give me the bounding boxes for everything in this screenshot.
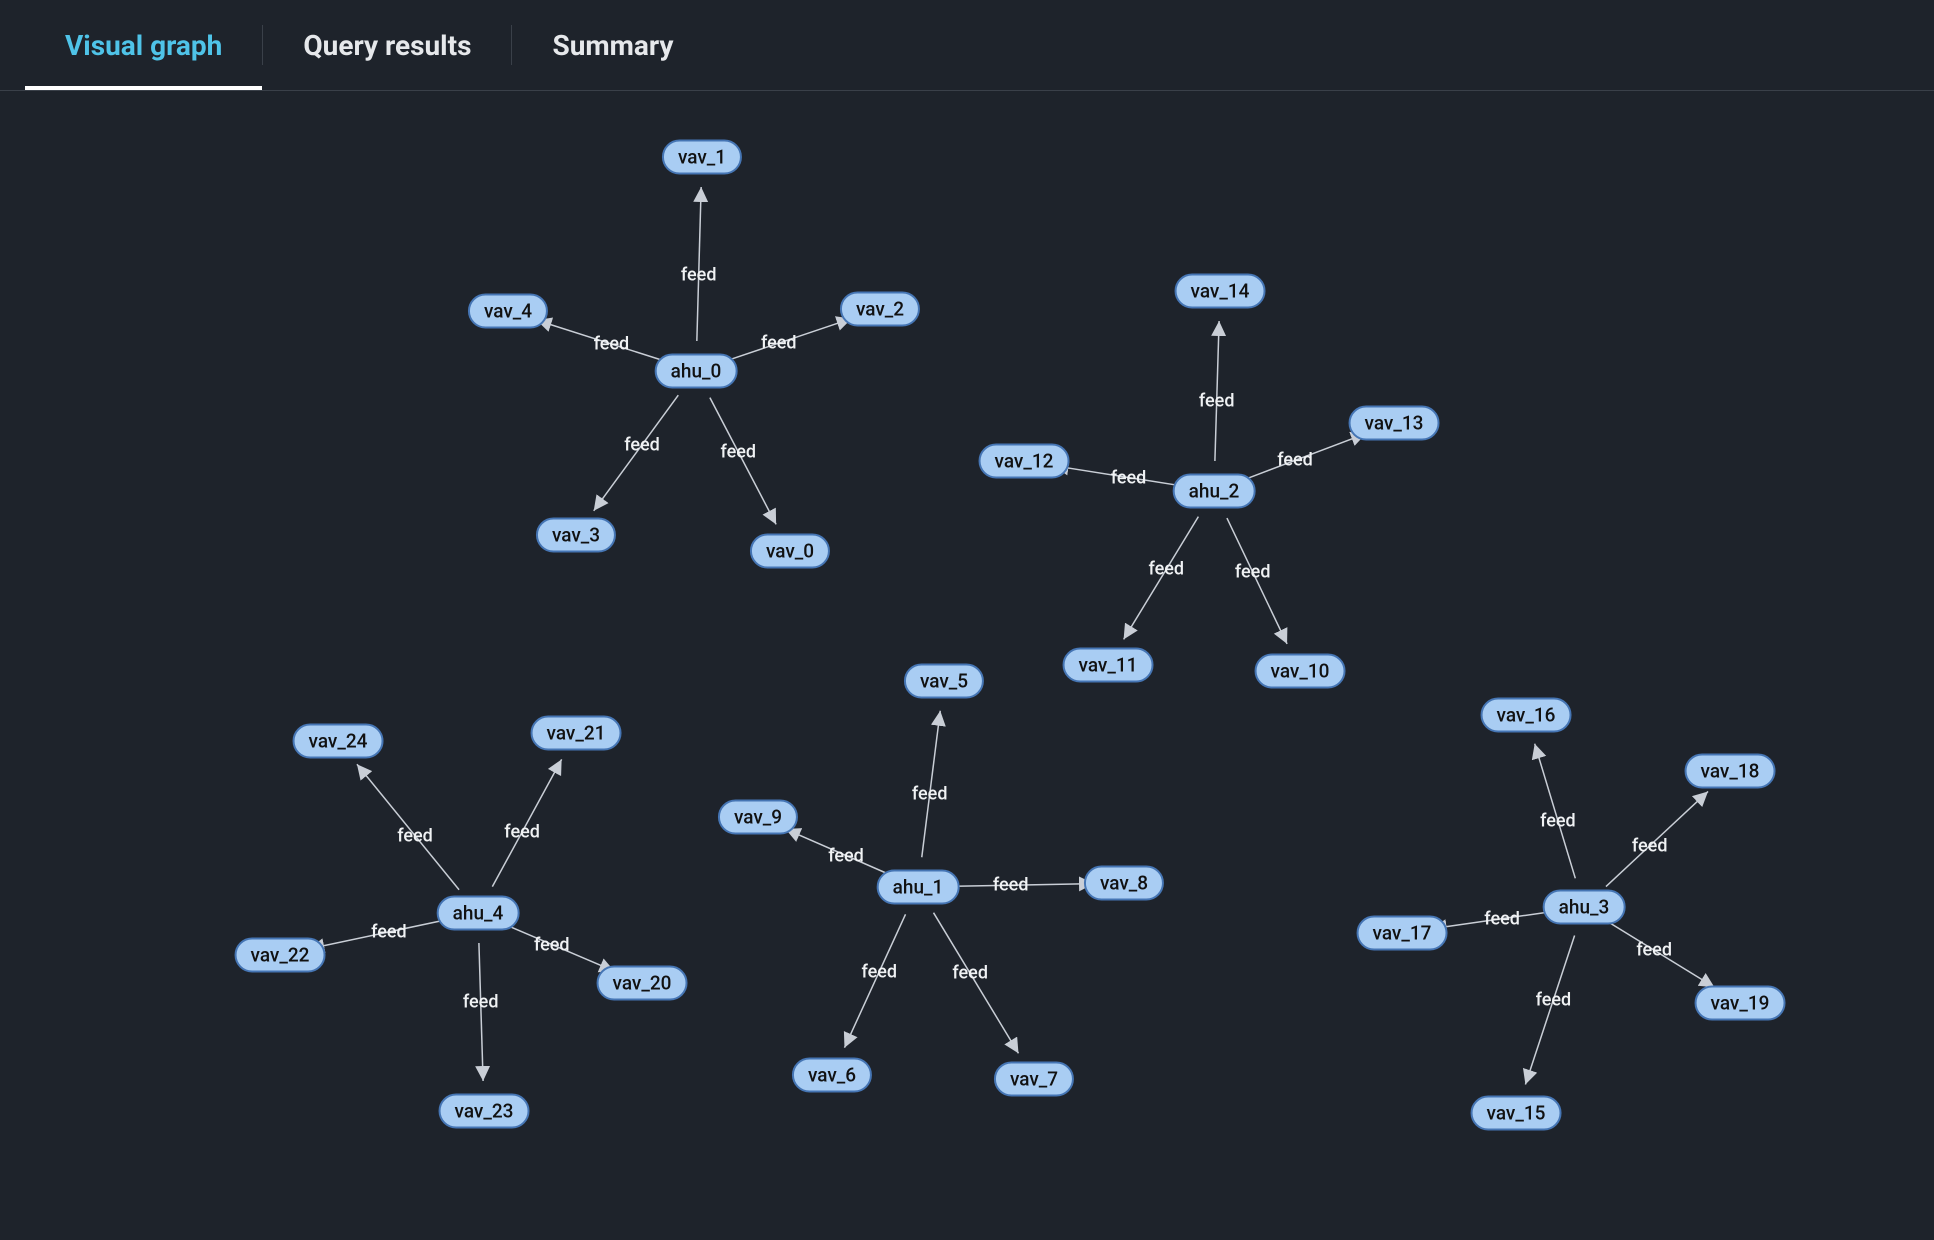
graph-node-vav_11[interactable]: vav_11	[1063, 648, 1154, 683]
graph-node-vav_23[interactable]: vav_23	[439, 1094, 530, 1129]
graph-node-vav_8[interactable]: vav_8	[1084, 866, 1164, 901]
graph-node-vav_24[interactable]: vav_24	[293, 724, 384, 759]
graph-edge[interactable]	[1525, 935, 1574, 1084]
graph-edge[interactable]	[844, 914, 905, 1047]
graph-edge[interactable]	[948, 884, 1094, 887]
graph-node-vav_7[interactable]: vav_7	[994, 1062, 1074, 1097]
graph-edge[interactable]	[594, 395, 679, 511]
graph-edge[interactable]	[1215, 321, 1219, 461]
graph-node-ahu_4[interactable]: ahu_4	[437, 896, 520, 931]
graph-edge[interactable]	[1432, 911, 1555, 929]
graph-node-vav_5[interactable]: vav_5	[904, 664, 984, 699]
graph-node-ahu_2[interactable]: ahu_2	[1173, 474, 1256, 509]
graph-node-ahu_0[interactable]: ahu_0	[655, 354, 738, 389]
graph-node-vav_3[interactable]: vav_3	[536, 518, 616, 553]
graph-node-vav_14[interactable]: vav_14	[1175, 274, 1266, 309]
graph-edge[interactable]	[697, 187, 701, 341]
graph-node-vav_21[interactable]: vav_21	[531, 716, 622, 751]
graph-edge[interactable]	[357, 764, 459, 889]
graph-edge[interactable]	[1124, 517, 1199, 640]
tab-visual-graph[interactable]: Visual graph	[25, 0, 262, 90]
graph-node-vav_0[interactable]: vav_0	[750, 534, 830, 569]
graph-edge[interactable]	[934, 913, 1019, 1054]
graph-node-vav_13[interactable]: vav_13	[1349, 406, 1440, 441]
graph-node-vav_15[interactable]: vav_15	[1471, 1096, 1562, 1131]
tab-summary[interactable]: Summary	[512, 0, 713, 90]
graph-node-vav_22[interactable]: vav_22	[235, 938, 326, 973]
tab-query-results[interactable]: Query results	[263, 0, 511, 90]
graph-node-vav_16[interactable]: vav_16	[1481, 698, 1572, 733]
graph-edge[interactable]	[785, 829, 890, 875]
graph-node-vav_1[interactable]: vav_1	[662, 140, 742, 175]
graph-node-vav_10[interactable]: vav_10	[1255, 654, 1346, 689]
graph-edge[interactable]	[506, 925, 615, 971]
graph-node-vav_6[interactable]: vav_6	[792, 1058, 872, 1093]
graph-edge[interactable]	[537, 320, 668, 362]
graph-edge[interactable]	[492, 759, 561, 886]
graph-node-vav_20[interactable]: vav_20	[597, 966, 688, 1001]
graph-edge[interactable]	[479, 943, 483, 1081]
graph-edge[interactable]	[1054, 466, 1185, 487]
graph-canvas[interactable]: ahu_0 vav_0 vav_1 vav_2 vav_3 vav_4 ahu_1 vav_5…	[0, 91, 1934, 1240]
graph-node-vav_18[interactable]: vav_18	[1685, 754, 1776, 789]
graph-node-vav_2[interactable]: vav_2	[840, 292, 920, 327]
graph-edge[interactable]	[1227, 518, 1287, 644]
graph-node-vav_4[interactable]: vav_4	[468, 294, 548, 329]
graph-edge[interactable]	[309, 919, 448, 949]
graph-edge[interactable]	[1535, 744, 1576, 879]
graph-node-vav_19[interactable]: vav_19	[1695, 986, 1786, 1021]
graph-edge[interactable]	[1242, 434, 1366, 481]
graph-node-ahu_3[interactable]: ahu_3	[1543, 890, 1626, 925]
graph-edge[interactable]	[1610, 923, 1715, 988]
graph-node-vav_9[interactable]: vav_9	[718, 800, 798, 835]
tabs-bar: Visual graph Query results Summary	[0, 0, 1934, 91]
graph-edge[interactable]	[922, 711, 940, 857]
graph-edge[interactable]	[724, 319, 851, 362]
graph-edge[interactable]	[710, 398, 776, 525]
graph-node-vav_12[interactable]: vav_12	[979, 444, 1070, 479]
graph-edge[interactable]	[1606, 791, 1708, 886]
graph-node-vav_17[interactable]: vav_17	[1357, 916, 1448, 951]
graph-node-ahu_1[interactable]: ahu_1	[877, 870, 960, 905]
